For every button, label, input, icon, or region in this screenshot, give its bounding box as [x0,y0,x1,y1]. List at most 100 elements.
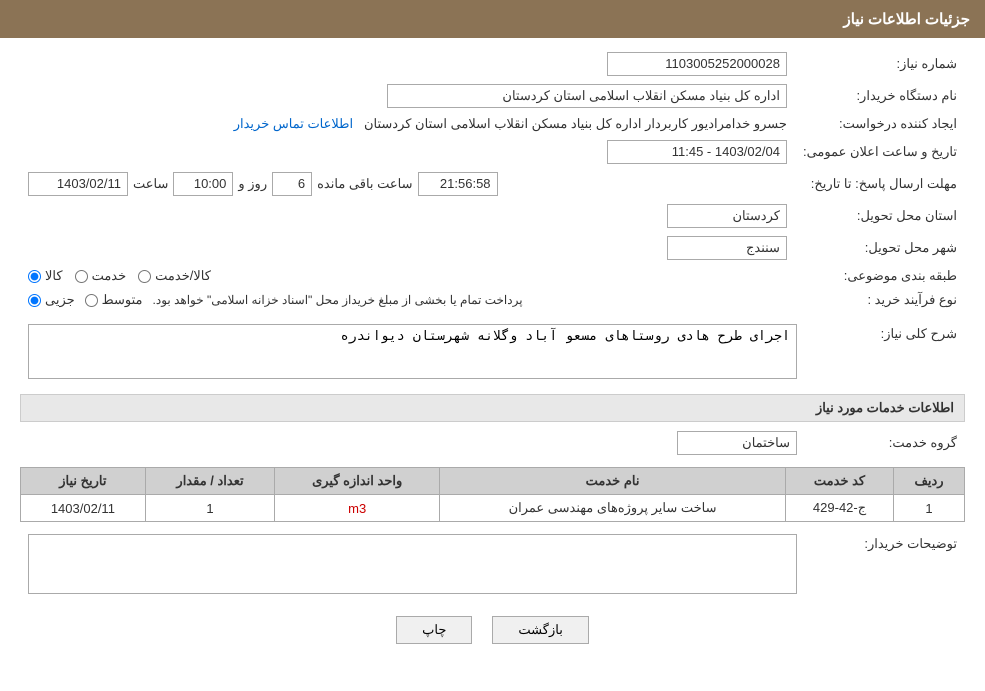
table-cell-tarikh_niaz: 1403/02/11 [21,495,146,522]
sharh-row: شرح کلی نیاز: // Fill textarea after DOM… [20,320,965,386]
tosifat-row: توضیحات خریدار: [20,530,965,601]
sharh-value-cell: // Fill textarea after DOM ready documen… [20,320,805,386]
sharh-label: شرح کلی نیاز: [805,320,965,386]
table-row: 1ج-42-429ساخت سایر پروژه‌های مهندسی عمرا… [21,495,965,522]
shahr-label: شهر محل تحویل: [795,232,965,264]
noue-farayand-label: نوع فرآیند خرید : [795,288,965,312]
nam-dastgah-value: اداره کل بنیاد مسکن انقلاب اسلامی استان … [20,80,795,112]
noue-motovaset-item: متوسط [85,292,143,308]
noue-farayand-row: نوع فرآیند خرید : پرداخت تمام یا بخشی از… [20,288,965,312]
mohlat-roz-label: روز و [238,176,267,192]
ostan-row: استان محل تحویل: کردستان [20,200,965,232]
mohlat-saat-label: ساعت [133,176,168,192]
group-service-value: ساختمان [20,427,805,459]
table-cell-kod_khedmat: ج-42-429 [786,495,894,522]
tosifat-table: توضیحات خریدار: [20,530,965,601]
tabaqe-kala-radio[interactable] [28,270,41,283]
page-container: جزئیات اطلاعات نیاز شماره نیاز: 11030052… [0,0,985,691]
tabaqe-kala-khedmat-radio[interactable] [138,270,151,283]
ostan-value: کردستان [20,200,795,232]
tosifat-textarea[interactable] [28,534,797,594]
ijad-row: ایجاد کننده درخواست: جسرو خدامرادیور کار… [20,112,965,136]
main-content: شماره نیاز: 1103005252000028 نام دستگاه … [0,38,985,669]
services-table: ردیف کد خدمت نام خدمت واحد اندازه گیری ت… [20,467,965,522]
mohlat-date-row: 21:56:58 ساعت باقی مانده 6 روز و 10:00 س… [28,172,787,196]
group-service-row: گروه خدمت: ساختمان [20,427,965,459]
shahr-row: شهر محل تحویل: سنندج [20,232,965,264]
sharh-textarea[interactable] [28,324,797,379]
mohlat-remaining-field: 21:56:58 [418,172,498,196]
mohlat-label: مهلت ارسال پاسخ: تا تاریخ: [795,168,965,200]
ostan-label: استان محل تحویل: [795,200,965,232]
tarikh-label: تاریخ و ساعت اعلان عمومی: [795,136,965,168]
noue-desc: پرداخت تمام یا بخشی از مبلغ خریداز محل "… [153,293,523,307]
tosifat-value-cell [20,530,805,601]
ijad-value: جسرو خدامرادیور کاربردار اداره کل بنیاد … [20,112,795,136]
group-service-label: گروه خدمت: [805,427,965,459]
noue-farayand-value: پرداخت تمام یا بخشی از مبلغ خریداز محل "… [20,288,795,312]
nam-dastgah-row: نام دستگاه خریدار: اداره کل بنیاد مسکن ا… [20,80,965,112]
tarikh-value: 1403/02/04 - 11:45 [20,136,795,168]
mohlat-saat-field: 10:00 [173,172,233,196]
ijad-label: ایجاد کننده درخواست: [795,112,965,136]
page-header: جزئیات اطلاعات نیاز [0,0,985,38]
shahr-value: سنندج [20,232,795,264]
info-table: شماره نیاز: 1103005252000028 نام دستگاه … [20,48,965,312]
ijad-text: جسرو خدامرادیور کاربردار اداره کل بنیاد … [364,116,787,131]
tabaqe-khedmat-item: خدمت [75,268,127,284]
tabaqe-khedmat-radio[interactable] [75,270,88,283]
table-cell-name_khedmat: ساخت سایر پروژه‌های مهندسی عمران [440,495,786,522]
tabaqe-kala-item: کالا [28,268,63,284]
service-info-section-title: اطلاعات خدمات مورد نیاز [20,394,965,422]
noue-motovaset-label: متوسط [102,292,143,308]
mohlat-value: 21:56:58 ساعت باقی مانده 6 روز و 10:00 س… [20,168,795,200]
sharh-table: شرح کلی نیاز: // Fill textarea after DOM… [20,320,965,386]
tabaqe-radio-row: کالا/خدمت خدمت کالا [28,268,787,284]
col-vahed-andazegiri: واحد اندازه گیری [275,468,440,495]
group-service-field: ساختمان [677,431,797,455]
tabaqe-kala-khedmat-item: کالا/خدمت [138,268,211,284]
tosifat-label: توضیحات خریدار: [805,530,965,601]
noue-farayand-type-row: پرداخت تمام یا بخشی از مبلغ خریداز محل "… [28,292,787,308]
ijad-link[interactable]: اطلاعات تماس خریدار [234,116,353,131]
mohlat-row: مهلت ارسال پاسخ: تا تاریخ: 21:56:58 ساعت… [20,168,965,200]
shomare-niaz-field: 1103005252000028 [607,52,787,76]
tarikh-row: تاریخ و ساعت اعلان عمومی: 1403/02/04 - 1… [20,136,965,168]
table-cell-tedad_megdar: 1 [145,495,274,522]
noue-motovaset-radio[interactable] [85,294,98,307]
back-button[interactable]: بازگشت [492,616,588,644]
table-cell-vahed_andazegiri: m3 [275,495,440,522]
col-kod-khedmat: کد خدمت [786,468,894,495]
tabaqe-row: طبقه بندی موضوعی: کالا/خدمت خدمت کالا [20,264,965,288]
tabaqe-khedmat-label: خدمت [92,268,127,284]
noue-jozyi-label: جزیی [45,292,75,308]
tarikh-field: 1403/02/04 - 11:45 [607,140,787,164]
col-name-khedmat: نام خدمت [440,468,786,495]
nam-dastgah-label: نام دستگاه خریدار: [795,80,965,112]
services-table-header-row: ردیف کد خدمت نام خدمت واحد اندازه گیری ت… [21,468,965,495]
tabaqe-kala-khedmat-label: کالا/خدمت [155,268,211,284]
shomare-niaz-label: شماره نیاز: [795,48,965,80]
tabaqe-label: طبقه بندی موضوعی: [795,264,965,288]
shomare-niaz-row: شماره نیاز: 1103005252000028 [20,48,965,80]
tabaqe-value: کالا/خدمت خدمت کالا [20,264,795,288]
bottom-buttons: بازگشت چاپ [20,616,965,644]
mohlat-remaining-label: ساعت باقی مانده [317,176,412,192]
tabaqe-kala-label: کالا [45,268,63,284]
col-tarikh-niaz: تاریخ نیاز [21,468,146,495]
col-radif: ردیف [894,468,965,495]
header-title: جزئیات اطلاعات نیاز [844,11,971,28]
noue-jozyi-item: جزیی [28,292,75,308]
shomare-niaz-value: 1103005252000028 [20,48,795,80]
mohlat-date-field: 1403/02/11 [28,172,128,196]
noue-jozyi-radio[interactable] [28,294,41,307]
services-table-body: 1ج-42-429ساخت سایر پروژه‌های مهندسی عمرا… [21,495,965,522]
nam-dastgah-field: اداره کل بنیاد مسکن انقلاب اسلامی استان … [387,84,787,108]
print-button[interactable]: چاپ [396,616,472,644]
services-table-head: ردیف کد خدمت نام خدمت واحد اندازه گیری ت… [21,468,965,495]
ostan-field: کردستان [667,204,787,228]
group-service-table: گروه خدمت: ساختمان [20,427,965,459]
shahr-field: سنندج [667,236,787,260]
table-cell-radif: 1 [894,495,965,522]
mohlat-roz-field: 6 [272,172,312,196]
